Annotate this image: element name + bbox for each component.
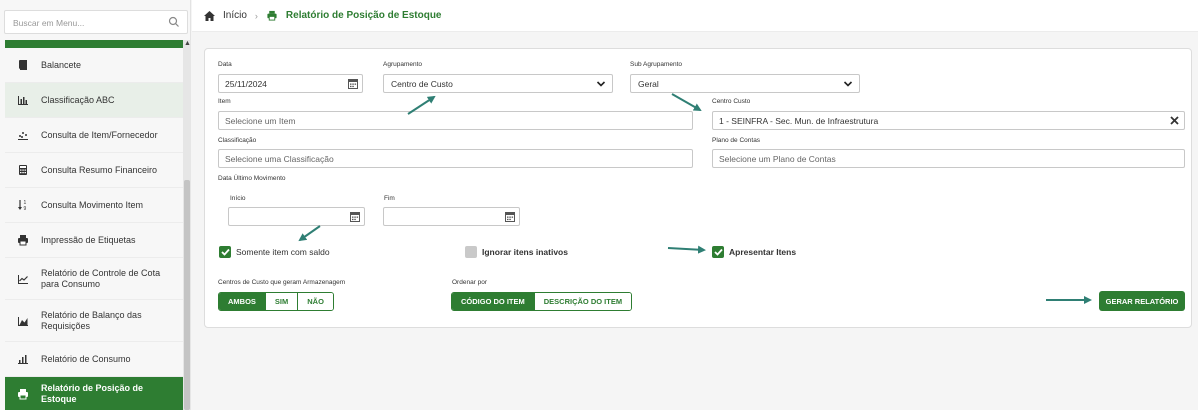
- annotation-arrow: [667, 245, 706, 254]
- annotation-arrow: [298, 225, 321, 242]
- annotation-arrows: [298, 93, 1092, 304]
- annotation-arrow: [407, 95, 436, 115]
- annotation-arrow: [671, 93, 702, 111]
